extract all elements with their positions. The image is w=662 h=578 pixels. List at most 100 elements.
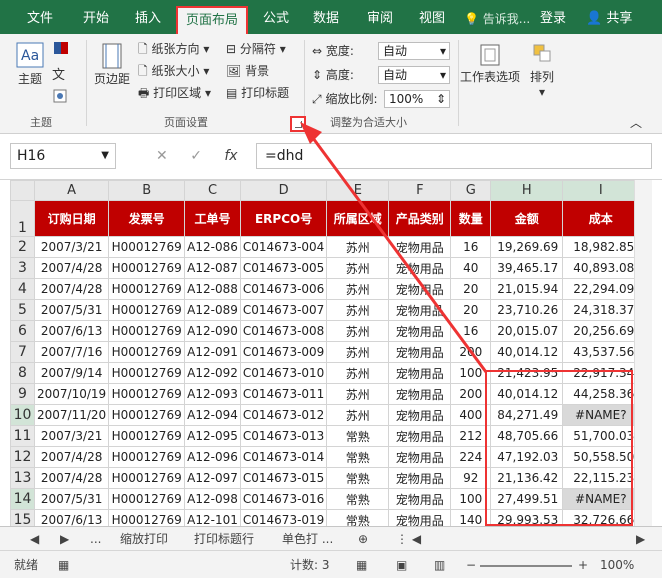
cell[interactable]: 2007/3/21 [33,236,110,258]
formula-input[interactable]: =dhd [256,143,652,169]
cell[interactable]: 苏州 [326,341,390,363]
cell[interactable]: 宠物用品 [388,404,452,426]
cell[interactable]: 51,700.03 [562,425,640,447]
cell[interactable]: 苏州 [326,362,390,384]
cell[interactable]: 200 [450,383,492,405]
cell[interactable]: 常熟 [326,446,390,468]
select-all-corner[interactable] [10,180,35,201]
column-header[interactable]: B [108,180,186,201]
header-cell[interactable]: 所属区域 [326,200,390,237]
cell[interactable]: 43,537.56 [562,341,640,363]
cell[interactable]: 20,256.69 [562,320,640,342]
cell[interactable]: A12-094 [184,404,241,426]
cell[interactable]: 常熟 [326,425,390,447]
cell[interactable]: 22,294.09 [562,278,640,300]
cell[interactable]: 100 [450,362,492,384]
header-cell[interactable]: ERPCO号 [239,200,328,237]
header-cell[interactable]: 发票号 [108,200,186,237]
cell[interactable]: A12-096 [184,446,241,468]
cell[interactable]: 2007/5/31 [33,488,110,510]
cell[interactable]: A12-097 [184,467,241,489]
cell[interactable]: 20,015.07 [490,320,564,342]
normal-view-icon[interactable]: ▦ [356,557,367,573]
cell[interactable]: #NAME? [562,404,640,426]
breaks-button[interactable]: ⊟ 分隔符 ▾ [226,40,286,57]
cell[interactable]: 40,014.12 [490,341,564,363]
column-header[interactable]: D [239,180,328,201]
name-box[interactable]: H16 ▼ [10,143,116,169]
cell[interactable]: 16 [450,236,492,258]
cell[interactable]: H00012769 [108,383,186,405]
cell[interactable]: C014673-012 [239,404,328,426]
scroll-right-icon[interactable]: ▶ [636,530,645,548]
cell[interactable]: A12-092 [184,362,241,384]
tab-insert[interactable]: 插入 [130,8,166,30]
cell[interactable]: 27,499.51 [490,488,564,510]
cell[interactable]: 宠物用品 [388,341,452,363]
cell[interactable]: 2007/4/28 [33,467,110,489]
cell[interactable]: 2007/6/13 [33,320,110,342]
sheet-tab[interactable]: 缩放打印 [120,530,168,548]
row-header[interactable]: 6 [10,320,35,342]
cell[interactable]: 40,014.12 [490,383,564,405]
cell[interactable]: 宠物用品 [388,488,452,510]
prev-sheet-icon[interactable]: ◀ [30,530,39,548]
next-sheet-icon[interactable]: ▶ [60,530,69,548]
effects-button[interactable] [52,88,70,107]
row-header[interactable]: 1 [10,200,35,237]
cell[interactable]: 宠物用品 [388,257,452,279]
cancel-icon[interactable]: ✕ [156,148,168,164]
zoom-in-icon[interactable]: + [578,557,588,573]
cell[interactable]: H00012769 [108,446,186,468]
cell[interactable]: 宠物用品 [388,320,452,342]
column-header[interactable]: F [388,180,452,201]
page-break-view-icon[interactable]: ▥ [434,557,445,573]
tab-data[interactable]: 数据 [308,8,344,30]
cell[interactable]: 212 [450,425,492,447]
sheet-scroll-icon[interactable]: ⋮ ◀ [396,530,421,548]
cell[interactable]: H00012769 [108,341,186,363]
header-cell[interactable]: 数量 [450,200,492,237]
cell[interactable]: C014673-016 [239,488,328,510]
cell[interactable]: C014673-008 [239,320,328,342]
cell[interactable]: 2007/5/31 [33,299,110,321]
add-sheet-icon[interactable]: ⊕ [358,530,368,548]
cell[interactable]: 苏州 [326,299,390,321]
cell[interactable]: 39,465.17 [490,257,564,279]
cell[interactable]: 宠物用品 [388,362,452,384]
macro-icon[interactable]: ▦ [58,557,69,573]
cell[interactable]: #NAME? [562,488,640,510]
themes-button[interactable]: Aa 主题 [14,40,46,87]
cell[interactable]: 宠物用品 [388,383,452,405]
cell[interactable]: 47,192.03 [490,446,564,468]
cell[interactable]: H00012769 [108,257,186,279]
sheet-options-button[interactable]: 工作表选项 [460,42,520,85]
cell[interactable]: A12-093 [184,383,241,405]
column-header[interactable]: H [490,180,564,201]
cell[interactable]: H00012769 [108,236,186,258]
cell[interactable]: C014673-007 [239,299,328,321]
cell[interactable]: A12-091 [184,341,241,363]
cell[interactable]: H00012769 [108,320,186,342]
cell[interactable]: 20 [450,299,492,321]
cell[interactable]: 44,258.36 [562,383,640,405]
column-header[interactable]: G [450,180,492,201]
row-header[interactable]: 9 [10,383,35,405]
header-cell[interactable]: 订购日期 [33,200,110,237]
share-button[interactable]: 👤 共享 [582,6,632,32]
header-cell[interactable]: 工单号 [184,200,241,237]
cell[interactable]: 2007/4/28 [33,446,110,468]
print-titles-button[interactable]: ▤ 打印标题 [226,84,289,101]
cell[interactable]: C014673-004 [239,236,328,258]
cell[interactable]: 100 [450,488,492,510]
cell[interactable]: 200 [450,341,492,363]
cell[interactable]: 宠物用品 [388,425,452,447]
cell[interactable]: A12-095 [184,425,241,447]
cell[interactable]: H00012769 [108,425,186,447]
page-setup-dialog-launcher[interactable] [290,116,306,132]
width-select[interactable]: 自动 ▾ [378,42,450,60]
sheet-tab[interactable]: 单色打 ... [282,530,333,548]
vertical-scrollbar[interactable] [634,180,652,526]
cell[interactable]: 苏州 [326,278,390,300]
column-header[interactable]: A [33,180,110,201]
